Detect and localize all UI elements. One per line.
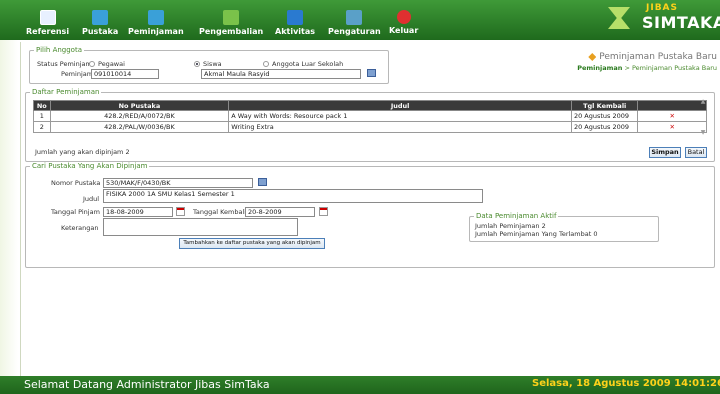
nomor-pustaka-label: Nomor Pustaka (51, 179, 101, 187)
daftar-peminjaman-legend: Daftar Peminjaman (32, 88, 100, 96)
peminjam-name-field[interactable]: Akmal Maula Rasyid (201, 69, 361, 79)
cell-judul: Writing Extra (228, 121, 572, 133)
cell-no-pustaka: 428.2/PAL/W/0036/BK (49, 121, 230, 133)
nav-label: Pengaturan (328, 27, 381, 36)
col-header-action (637, 100, 707, 111)
table-scrollbar[interactable]: ▲ ▼ (699, 98, 707, 142)
simpan-button[interactable]: Simpan (649, 147, 681, 158)
data-aktif-legend: Data Peminjaman Aktif (476, 212, 557, 220)
page-title: Peminjaman Pustaka Baru (599, 52, 717, 62)
radio-anggota-luar[interactable] (263, 61, 269, 67)
member-picker-icon[interactable] (367, 69, 376, 77)
monitor-icon (287, 10, 304, 25)
cell-no: 2 (33, 121, 51, 133)
tools-icon (346, 10, 363, 25)
nomor-pustaka-field[interactable]: 530/MAK/F/0430/BK (103, 178, 253, 188)
peminjam-id-field[interactable]: 091010014 (91, 69, 159, 79)
tanggal-pinjam-label: Tanggal Pinjam (51, 208, 100, 216)
nav-keluar[interactable]: Keluar (389, 0, 418, 40)
return-icon (223, 10, 240, 25)
radio-pegawai[interactable] (89, 61, 95, 67)
nav-peminjaman[interactable]: Peminjaman (128, 0, 184, 40)
nav-label: Aktivitas (275, 27, 316, 36)
cell-judul: A Way with Words: Resource pack 1 (228, 110, 572, 122)
delete-row-icon[interactable]: ✕ (637, 110, 707, 122)
breadcrumb-link[interactable]: Peminjaman (577, 64, 622, 72)
logo-mark-icon (608, 7, 630, 29)
tanggal-pinjam-field[interactable]: 18-08-2009 (103, 207, 173, 217)
batal-button[interactable]: Batal (685, 147, 707, 158)
logo-text-top: JIBAS (646, 3, 679, 13)
col-header-judul: Judul (228, 100, 572, 111)
radio-siswa[interactable] (194, 61, 200, 67)
page-title-icon (588, 53, 597, 61)
scroll-down-arrow-icon[interactable]: ▼ (699, 129, 707, 136)
peminjaman-table: No No Pustaka Judul Tgl Kembali 1 428.2/… (33, 100, 707, 133)
scroll-up-arrow-icon[interactable]: ▲ (699, 98, 707, 105)
nav-label: Pustaka (82, 27, 119, 36)
datetime-text: Selasa, 18 Agustus 2009 14:01:26 (532, 378, 720, 389)
document-icon (39, 10, 56, 25)
total-pinjam-text: Jumlah yang akan dipinjam 2 (35, 148, 130, 156)
col-header-no-pustaka: No Pustaka (49, 100, 230, 111)
radio-pegawai-label: Pegawai (98, 60, 125, 68)
nav-pustaka[interactable]: Pustaka (82, 0, 118, 40)
tambahkan-button[interactable]: Tambahkan ke daftar pustaka yang akan di… (179, 238, 325, 249)
welcome-text: Selamat Datang Administrator Jibas SimTa… (24, 378, 270, 391)
page-header: Peminjaman Pustaka Baru (581, 52, 717, 62)
calendar-kembali-icon[interactable] (319, 207, 328, 216)
breadcrumb: Peminjaman > Peminjaman Pustaka Baru (541, 64, 717, 72)
cell-no-pustaka: 428.2/RED/A/0072/BK (49, 110, 230, 122)
nav-label: Keluar (389, 26, 419, 35)
col-header-tgl-kembali: Tgl Kembali (570, 100, 639, 111)
table-row: 1 428.2/RED/A/0072/BK A Way with Words: … (33, 110, 707, 122)
radio-anggota-luar-label: Anggota Luar Sekolah (272, 60, 344, 68)
judul-label: Judul (83, 195, 100, 203)
tanggal-kembali-label: Tanggal Kembali (193, 208, 247, 216)
calendar-pinjam-icon[interactable] (176, 207, 185, 216)
table-header-row: No No Pustaka Judul Tgl Kembali (33, 100, 707, 111)
jumlah-peminjaman-text: Jumlah Peminjaman 2 (475, 222, 546, 230)
users-icon (147, 10, 164, 25)
cell-no: 1 (33, 110, 51, 122)
col-header-no: No (33, 100, 51, 111)
top-navigation-bar: Referensi Pustaka Peminjaman Pengembalia… (0, 0, 720, 40)
nav-label: Peminjaman (128, 27, 184, 36)
breadcrumb-current: Peminjaman Pustaka Baru (631, 64, 717, 72)
tanggal-kembali-field[interactable]: 20-8-2009 (245, 207, 315, 217)
status-peminjam-label: Status Peminjam (37, 60, 92, 68)
nav-label: Pengembalian (199, 27, 264, 36)
jumlah-terlambat-text: Jumlah Peminjaman Yang Terlambat 0 (475, 230, 598, 238)
keterangan-label: Keterangan (61, 224, 99, 232)
nav-aktivitas[interactable]: Aktivitas (275, 0, 315, 40)
power-icon (396, 10, 411, 24)
book-picker-icon[interactable] (258, 178, 267, 186)
breadcrumb-separator: > (622, 64, 632, 72)
nav-referensi[interactable]: Referensi (26, 0, 69, 40)
delete-row-icon[interactable]: ✕ (637, 121, 707, 133)
peminjam-label: Peminjam (61, 70, 94, 78)
nav-pengembalian[interactable]: Pengembalian (199, 0, 263, 40)
pilih-anggota-legend: Pilih Anggota (36, 46, 82, 54)
cell-tgl-kembali: 20 Agustus 2009 (570, 110, 639, 122)
status-footer: Selamat Datang Administrator Jibas SimTa… (0, 376, 720, 394)
app-logo: JIBAS SIMTAKA (606, 3, 720, 37)
logo-text-bottom: SIMTAKA (642, 13, 720, 32)
left-edge-strip (0, 40, 18, 376)
cell-tgl-kembali: 20 Agustus 2009 (570, 121, 639, 133)
nav-pengaturan[interactable]: Pengaturan (328, 0, 381, 40)
books-icon (92, 10, 109, 25)
cari-pustaka-legend: Cari Pustaka Yang Akan Dipinjam (32, 162, 148, 170)
radio-siswa-label: Siswa (203, 60, 222, 68)
judul-field[interactable]: FISIKA 2000 1A SMU Kelas1 Semester 1 (103, 189, 483, 203)
keterangan-field[interactable] (103, 218, 298, 236)
table-row: 2 428.2/PAL/W/0036/BK Writing Extra 20 A… (33, 121, 707, 133)
main-content: Pilih Anggota Status Peminjam Pegawai Si… (20, 42, 718, 376)
nav-label: Referensi (26, 27, 70, 36)
